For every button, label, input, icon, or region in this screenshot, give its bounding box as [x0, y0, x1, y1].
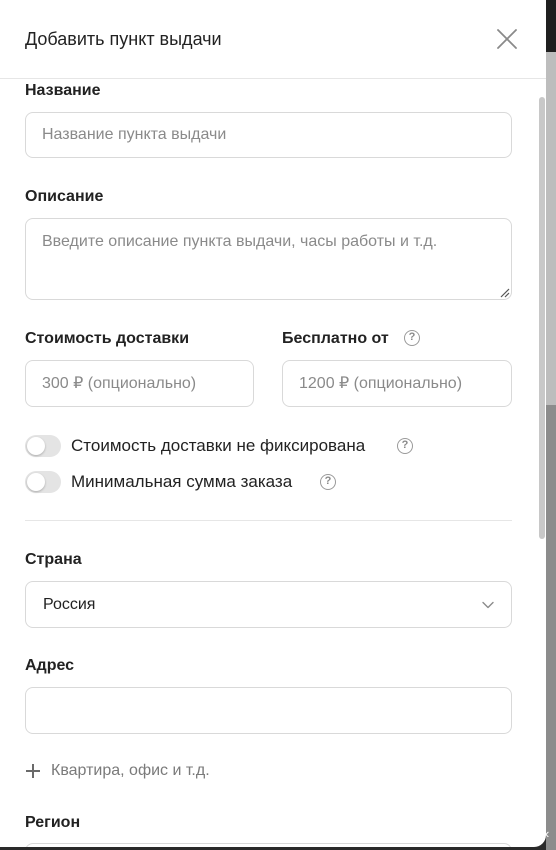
country-selected-value: Россия	[43, 596, 96, 613]
delivery-cost-input[interactable]	[25, 360, 254, 407]
dialog-header: Добавить пункт выдачи	[0, 0, 546, 79]
delivery-cost-label: Стоимость доставки	[25, 330, 190, 347]
toggle-knob	[27, 437, 45, 455]
address-input[interactable]	[25, 687, 512, 734]
region-select[interactable]	[25, 843, 512, 847]
plus-icon	[26, 764, 40, 778]
help-circle-icon[interactable]: ?	[397, 438, 413, 454]
add-pickup-point-dialog: Добавить пункт выдачи Название Описание …	[0, 0, 546, 847]
help-circle-icon[interactable]: ?	[404, 330, 420, 346]
min-order-sum-toggle[interactable]	[25, 471, 61, 493]
close-button[interactable]	[494, 26, 520, 52]
help-circle-icon[interactable]: ?	[320, 474, 336, 490]
dialog-title: Добавить пункт выдачи	[25, 29, 222, 49]
min-order-sum-label: Минимальная сумма заказа	[71, 472, 293, 491]
section-divider	[25, 520, 512, 521]
add-apartment-label: Квартира, офис и т.д.	[51, 762, 210, 779]
resize-grip-icon[interactable]	[498, 286, 510, 298]
not-fixed-cost-label: Стоимость доставки не фиксирована	[71, 436, 366, 455]
name-input[interactable]	[25, 112, 512, 158]
country-select[interactable]: Россия	[25, 581, 512, 628]
scrollbar-thumb[interactable]	[539, 97, 545, 539]
toggle-knob	[27, 473, 45, 491]
description-textarea[interactable]	[25, 218, 512, 300]
backdrop-right-shade	[546, 405, 556, 850]
country-label: Страна	[25, 551, 82, 568]
name-label: Название	[25, 82, 101, 99]
region-label: Регион	[25, 814, 81, 831]
free-from-label: Бесплатно от	[282, 330, 389, 347]
not-fixed-cost-toggle[interactable]	[25, 435, 61, 457]
free-from-input[interactable]	[282, 360, 512, 407]
description-label: Описание	[25, 188, 104, 205]
close-icon	[497, 29, 517, 49]
chevron-down-icon	[482, 601, 494, 609]
address-label: Адрес	[25, 657, 75, 674]
